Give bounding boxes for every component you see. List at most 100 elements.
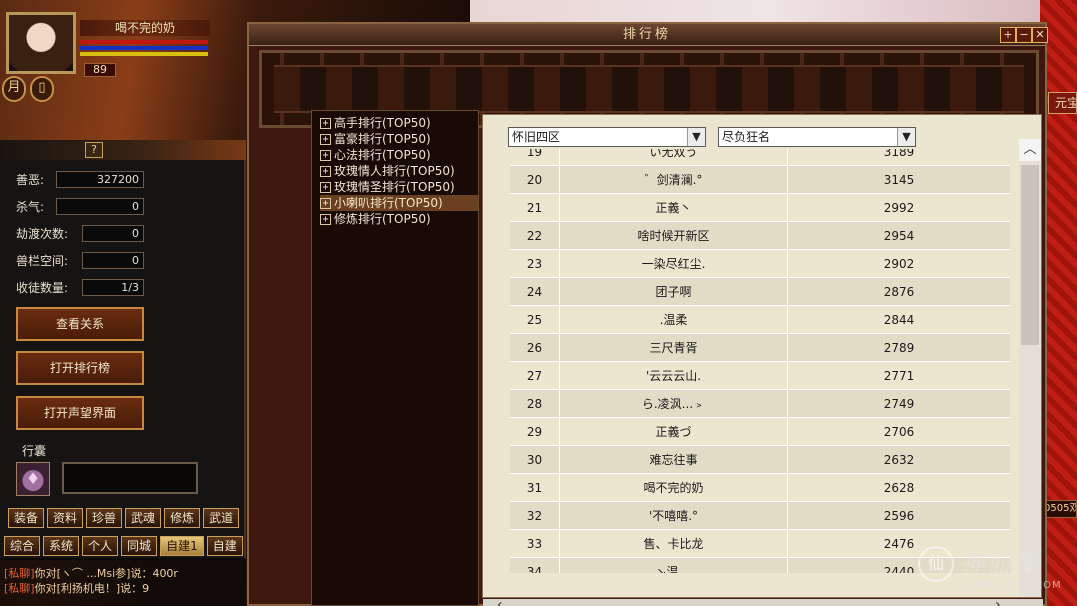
chat-text: 你对[利扬机电！]说：9 bbox=[34, 582, 150, 595]
score-cell: 2954 bbox=[883, 229, 915, 243]
tree-item-megaphone[interactable]: + 小喇叭排行(TOP50) bbox=[320, 195, 478, 211]
score-cell: 2628 bbox=[883, 481, 915, 495]
score-cell: 2844 bbox=[883, 313, 915, 327]
chevron-down-icon[interactable]: ▼ bbox=[687, 128, 705, 146]
xp-bar bbox=[80, 52, 208, 56]
tree-item-rose-saint[interactable]: + 玫瑰情圣排行(TOP50) bbox=[320, 179, 478, 195]
open-ranking-button[interactable]: 打开排行榜 bbox=[16, 351, 144, 385]
rank-cell: 19 bbox=[510, 149, 560, 166]
chat-text: 你对[ヽ⌒ ...Msi参]说：400r bbox=[34, 567, 178, 580]
scroll-thumb[interactable] bbox=[1021, 165, 1039, 345]
horizontal-scrollbar[interactable]: ‹ › bbox=[483, 597, 1043, 606]
table-row[interactable]: 27 '云云云山. 2771 bbox=[510, 362, 1010, 390]
tree-item-label: 玫瑰情人排行(TOP50) bbox=[334, 164, 455, 178]
tab-martial-way[interactable]: 武道 bbox=[203, 508, 240, 528]
tab-chat-personal[interactable]: 个人 bbox=[82, 536, 119, 556]
score-cell: 2596 bbox=[883, 509, 915, 523]
table-row[interactable]: 31 喝不完的奶 2628 bbox=[510, 474, 1010, 502]
tree-item-training[interactable]: + 修炼排行(TOP50) bbox=[320, 211, 478, 227]
name-cell: 团子啊 bbox=[560, 278, 788, 306]
panel-header: ? bbox=[0, 140, 246, 160]
minimize-icon[interactable]: − bbox=[1016, 27, 1032, 43]
score-cell: 2992 bbox=[883, 201, 915, 215]
table-row[interactable]: 30 难忘往事 2632 bbox=[510, 446, 1010, 474]
tab-martial-soul[interactable]: 武魂 bbox=[125, 508, 162, 528]
pin-icon[interactable]: + bbox=[1000, 27, 1016, 43]
ranking-rows: 19 い无双う 3189 20 ゛剑清澜.° 3145 21 正義丶 2992 22 啥时候开新区 2… bbox=[510, 149, 1010, 573]
tab-pets[interactable]: 珍兽 bbox=[86, 508, 123, 528]
table-row[interactable]: 25 .温柔 2844 bbox=[510, 306, 1010, 334]
help-button[interactable]: ? bbox=[85, 142, 103, 158]
stat-value-tribulations: 0 bbox=[82, 225, 144, 242]
banner-pattern bbox=[274, 65, 1024, 113]
name-cell: ↘温… bbox=[560, 558, 788, 573]
table-row[interactable]: 26 三尺青胥 2789 bbox=[510, 334, 1010, 362]
close-icon[interactable]: ✕ bbox=[1032, 27, 1048, 43]
stat-label-pet-space: 兽栏空间: bbox=[16, 254, 69, 268]
phone-icon[interactable]: ▯ bbox=[30, 76, 54, 102]
tab-chat-system[interactable]: 系统 bbox=[43, 536, 80, 556]
event-tag[interactable]: 0505双 bbox=[1043, 500, 1077, 518]
chevron-down-icon[interactable]: ▼ bbox=[897, 128, 915, 146]
tree-item-rose-lover[interactable]: + 玫瑰情人排行(TOP50) bbox=[320, 163, 478, 179]
name-cell: 正義づ bbox=[560, 418, 788, 446]
ingot-label[interactable]: 元宝 bbox=[1048, 92, 1077, 114]
table-row[interactable]: 21 正義丶 2992 bbox=[510, 194, 1010, 222]
server-select[interactable]: 怀旧四区 ▼ bbox=[508, 127, 706, 147]
score-cell: 2789 bbox=[883, 341, 915, 355]
group-select[interactable]: 尽负狂名 ▼ bbox=[718, 127, 916, 147]
table-row[interactable]: 19 い无双う 3189 bbox=[510, 149, 1010, 166]
name-cell: 一染尽红尘. bbox=[560, 250, 788, 278]
open-reputation-button[interactable]: 打开声望界面 bbox=[16, 396, 144, 430]
vertical-scrollbar[interactable]: ︿ bbox=[1019, 139, 1041, 597]
table-row[interactable]: 29 正義づ 2706 bbox=[510, 418, 1010, 446]
bag-slot[interactable] bbox=[62, 462, 198, 494]
tree-item-label: 小喇叭排行(TOP50) bbox=[334, 196, 443, 210]
expand-icon[interactable]: + bbox=[320, 165, 331, 177]
table-row[interactable]: 23 一染尽红尘. 2902 bbox=[510, 250, 1010, 278]
stat-label-apprentices: 收徒数量: bbox=[16, 281, 69, 295]
tab-chat-custom-1[interactable]: 自建1 bbox=[160, 536, 204, 556]
tab-chat-city[interactable]: 同城 bbox=[121, 536, 158, 556]
ranking-window: 排行榜 + − ✕ + 高手排行(TOP50) + 富豪排行(TOP50) + 心法排… bbox=[247, 22, 1048, 606]
expand-icon[interactable]: + bbox=[320, 213, 331, 225]
rank-cell: 30 bbox=[510, 446, 560, 474]
tab-profile[interactable]: 资料 bbox=[47, 508, 84, 528]
score-cell: 2706 bbox=[883, 425, 915, 439]
relations-panel: ? 善恶: 327200 杀气: 0 劫渡次数: 0 兽栏空间: 0 收徒数量:… bbox=[0, 140, 246, 560]
expand-icon[interactable]: + bbox=[320, 197, 331, 209]
expand-icon[interactable]: + bbox=[320, 133, 331, 145]
character-tabs: 装备 资料 珍兽 武魂 修炼 武道 bbox=[8, 508, 240, 528]
table-row[interactable]: 28 ら.凌沨...﹥ 2749 bbox=[510, 390, 1010, 418]
table-row[interactable]: 20 ゛剑清澜.° 3145 bbox=[510, 166, 1010, 194]
table-row[interactable]: 22 啥时候开新区 2954 bbox=[510, 222, 1010, 250]
server-select-value: 怀旧四区 bbox=[512, 130, 561, 144]
window-titlebar[interactable]: 排行榜 + − ✕ bbox=[249, 24, 1048, 46]
table-row[interactable]: 32 '不嘻嘻.° 2596 bbox=[510, 502, 1010, 530]
expand-icon[interactable]: + bbox=[320, 149, 331, 161]
tree-item-wealth[interactable]: + 富豪排行(TOP50) bbox=[320, 131, 478, 147]
tree-item-experts[interactable]: + 高手排行(TOP50) bbox=[320, 115, 478, 131]
scroll-left-icon[interactable]: ‹ bbox=[497, 597, 503, 606]
tree-item-mind-method[interactable]: + 心法排行(TOP50) bbox=[320, 147, 478, 163]
stat-value-pet-space: 0 bbox=[82, 252, 144, 269]
rank-cell: 33 bbox=[510, 530, 560, 558]
tab-chat-custom[interactable]: 自建 bbox=[206, 536, 243, 556]
scroll-up-icon[interactable]: ︿ bbox=[1019, 139, 1041, 161]
ranking-table-area: 怀旧四区 ▼ 尽负狂名 ▼ 19 い无双う 3189 20 ゛剑清澜.° 3145 21 正義丶 2… bbox=[482, 114, 1043, 606]
view-relations-button[interactable]: 查看关系 bbox=[16, 307, 144, 341]
tab-chat-all[interactable]: 综合 bbox=[4, 536, 41, 556]
moon-icon[interactable]: 月 bbox=[2, 76, 26, 102]
chat-log[interactable]: [私聊]你对[ヽ⌒ ...Msi参]说：400r [私聊]你对[利扬机电！]说：… bbox=[0, 558, 246, 606]
name-cell: '不嘻嘻.° bbox=[560, 502, 788, 530]
expand-icon[interactable]: + bbox=[320, 181, 331, 193]
tab-equipment[interactable]: 装备 bbox=[8, 508, 45, 528]
rank-cell: 27 bbox=[510, 362, 560, 390]
table-row[interactable]: 24 团子啊 2876 bbox=[510, 278, 1010, 306]
tab-cultivation[interactable]: 修炼 bbox=[164, 508, 201, 528]
pouch-icon[interactable]: ♦ bbox=[16, 462, 50, 496]
name-cell: 啥时候开新区 bbox=[560, 222, 788, 250]
player-avatar[interactable] bbox=[6, 12, 76, 74]
rank-cell: 28 bbox=[510, 390, 560, 418]
expand-icon[interactable]: + bbox=[320, 117, 331, 129]
